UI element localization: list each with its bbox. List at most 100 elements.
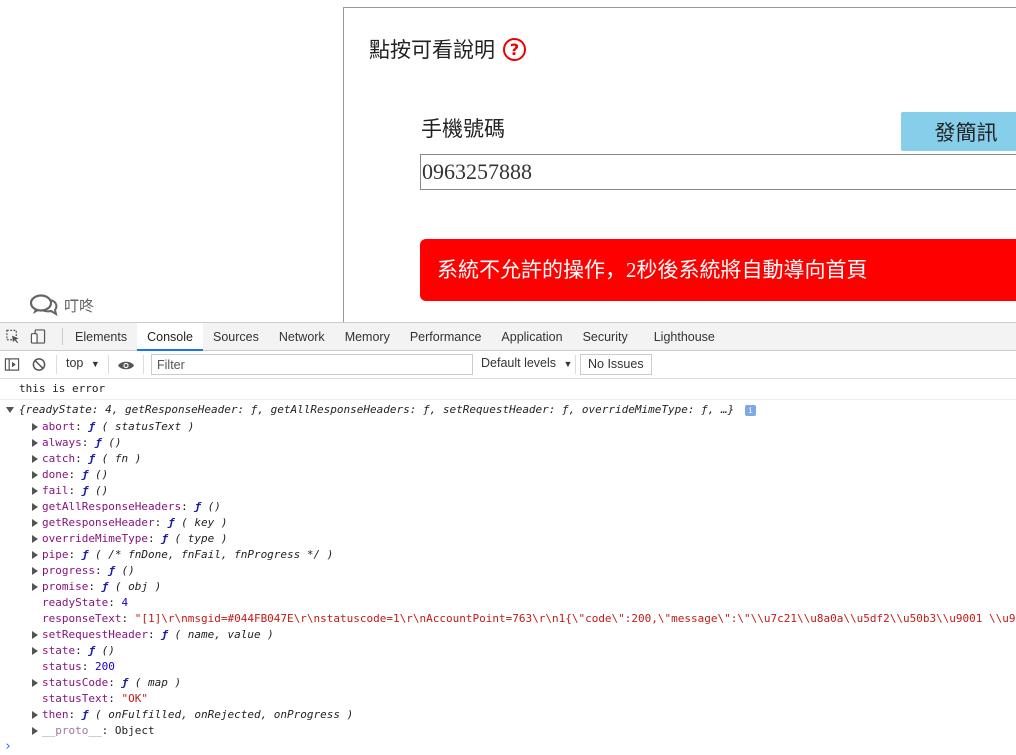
web-page: 點按可看說明 ? 手機號碼 發簡訊 系統不允許的操作，2秒後系統將自動導向首頁 … xyxy=(0,0,1016,322)
property-key: getAllResponseHeaders xyxy=(42,500,182,513)
function-glyph: ƒ xyxy=(88,452,102,465)
console-prompt-icon[interactable]: › xyxy=(4,739,12,754)
tab-memory[interactable]: Memory xyxy=(335,323,400,350)
function-signature: ( map ) xyxy=(134,676,182,689)
property-row[interactable]: always: ƒ () xyxy=(32,436,122,449)
tab-application[interactable]: Application xyxy=(491,323,572,350)
expand-right-icon xyxy=(32,439,38,447)
sidebar-toggle-icon[interactable] xyxy=(4,357,20,372)
expand-right-icon xyxy=(32,535,38,543)
phone-input[interactable] xyxy=(420,154,1016,190)
expand-right-icon xyxy=(32,551,38,559)
property-row[interactable]: promise: ƒ ( obj ) xyxy=(32,580,161,593)
function-glyph: ƒ xyxy=(81,468,95,481)
function-glyph: ƒ xyxy=(81,548,95,561)
log-levels-dropdown[interactable]: Default levels ▼ xyxy=(481,356,572,370)
property-row[interactable]: done: ƒ () xyxy=(32,468,108,481)
function-signature: () xyxy=(108,436,122,449)
device-toolbar-icon[interactable] xyxy=(30,329,46,344)
tab-console[interactable]: Console xyxy=(137,323,203,351)
question-icon: ? xyxy=(503,37,526,61)
function-glyph: ƒ xyxy=(194,500,208,513)
property-row[interactable]: then: ƒ ( onFulfilled, onRejected, onPro… xyxy=(32,708,353,721)
property-key: promise xyxy=(42,580,89,593)
property-row[interactable]: statusCode: ƒ ( map ) xyxy=(32,676,182,689)
property-row[interactable]: pipe: ƒ ( /* fnDone, fnFail, fnProgress … xyxy=(32,548,334,561)
function-signature: ( type ) xyxy=(174,532,228,545)
property-key: done xyxy=(42,468,69,481)
expand-right-icon xyxy=(32,727,38,735)
expand-right-icon xyxy=(32,503,38,511)
expand-down-icon xyxy=(6,407,14,413)
chat-bubbles-icon xyxy=(30,294,58,316)
expand-right-icon xyxy=(32,519,38,527)
devtools-panel: Elements Console Sources Network Memory … xyxy=(0,322,1016,755)
property-row[interactable]: catch: ƒ ( fn ) xyxy=(32,452,141,465)
expand-right-icon xyxy=(32,711,38,719)
function-glyph: ƒ xyxy=(81,708,95,721)
eye-icon[interactable] xyxy=(117,358,135,373)
expand-right-icon xyxy=(32,583,38,591)
expand-right-icon xyxy=(32,631,38,639)
context-value: top xyxy=(66,356,84,370)
clear-console-icon[interactable] xyxy=(31,357,47,372)
info-icon: i xyxy=(744,404,756,416)
property-key: abort xyxy=(42,420,76,433)
function-signature: ( /* fnDone, fnFail, fnProgress */ ) xyxy=(95,548,334,561)
property-key: responseText xyxy=(42,612,122,625)
function-signature: () xyxy=(121,564,135,577)
expand-right-icon xyxy=(32,567,38,575)
property-key: status xyxy=(42,660,82,673)
property-key: __proto__ xyxy=(42,724,102,737)
property-key: then xyxy=(42,708,69,721)
console-toolbar: top ▼ Default levels ▼ No Issues xyxy=(0,351,1016,379)
function-signature: () xyxy=(95,484,109,497)
function-signature: ( name, value ) xyxy=(174,628,274,641)
property-row[interactable]: fail: ƒ () xyxy=(32,484,109,497)
property-key: statusText xyxy=(42,692,109,705)
expand-right-icon xyxy=(32,423,38,431)
tab-lighthouse[interactable]: Lighthouse xyxy=(638,323,725,350)
function-glyph: ƒ xyxy=(81,484,95,497)
function-signature: () xyxy=(207,500,221,513)
console-output: this is error {readyState: 4, getRespons… xyxy=(0,379,1016,755)
chat-widget[interactable]: 叮咚 xyxy=(30,294,94,316)
function-glyph: ƒ xyxy=(88,644,102,657)
property-row[interactable]: progress: ƒ () xyxy=(32,564,135,577)
send-sms-button[interactable]: 發簡訊 xyxy=(901,112,1016,151)
expand-right-icon xyxy=(32,487,38,495)
property-row[interactable]: __proto__: Object xyxy=(32,724,155,737)
toolbar-divider xyxy=(143,355,144,374)
toolbar-divider xyxy=(108,355,109,374)
error-alert: 系統不允許的操作，2秒後系統將自動導向首頁 xyxy=(420,239,1016,301)
issues-button[interactable]: No Issues xyxy=(580,354,652,375)
expand-right-icon xyxy=(32,455,38,463)
tab-performance[interactable]: Performance xyxy=(400,323,492,350)
property-row[interactable]: abort: ƒ ( statusText ) xyxy=(32,420,194,433)
property-row: readyState: 4 xyxy=(42,596,129,609)
object-summary-row[interactable]: {readyState: 4, getResponseHeader: ƒ, ge… xyxy=(6,403,756,416)
tab-security[interactable]: Security xyxy=(573,323,638,350)
dropdown-arrow-icon: ▼ xyxy=(90,359,100,369)
inspect-element-icon[interactable] xyxy=(5,329,21,344)
property-row[interactable]: state: ƒ () xyxy=(32,644,115,657)
tab-elements[interactable]: Elements xyxy=(65,323,137,350)
tab-sources[interactable]: Sources xyxy=(203,323,269,350)
console-filter-input[interactable] xyxy=(151,354,473,375)
function-glyph: ƒ xyxy=(167,516,182,529)
message-divider xyxy=(0,399,1016,400)
property-row[interactable]: getAllResponseHeaders: ƒ () xyxy=(32,500,221,513)
function-signature: ( key ) xyxy=(181,516,228,529)
property-row[interactable]: setRequestHeader: ƒ ( name, value ) xyxy=(32,628,274,641)
property-row: statusText: "OK" xyxy=(42,692,148,705)
console-message: this is error xyxy=(19,382,106,395)
property-row[interactable]: overrideMimeType: ƒ ( type ) xyxy=(32,532,228,545)
help-link[interactable]: 點按可看說明 ? xyxy=(369,34,526,64)
levels-label: Default levels xyxy=(481,356,557,370)
tab-network[interactable]: Network xyxy=(269,323,335,350)
property-value: "OK" xyxy=(121,692,148,705)
chat-label: 叮咚 xyxy=(64,296,95,315)
property-row[interactable]: getResponseHeader: ƒ ( key ) xyxy=(32,516,228,529)
context-selector[interactable]: top ▼ xyxy=(66,356,100,370)
toolbar-divider xyxy=(56,355,57,374)
